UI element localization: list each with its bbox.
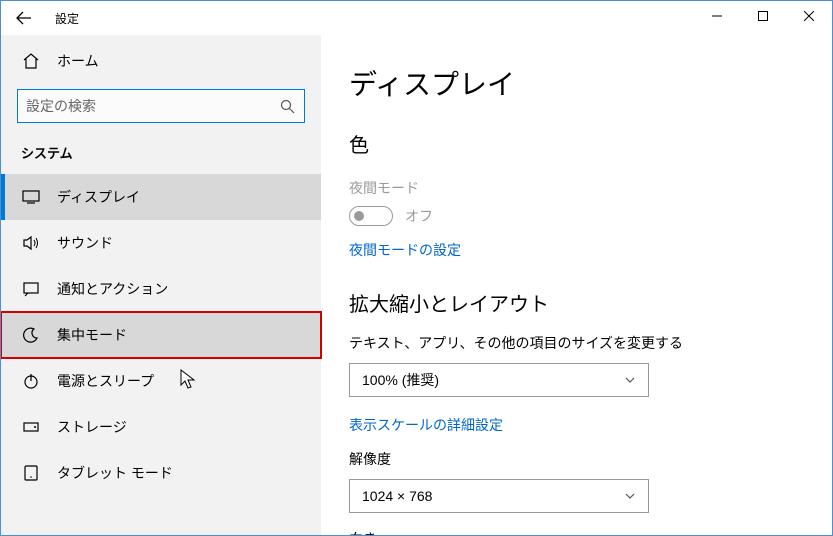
close-button[interactable] [786,1,832,31]
sidebar-item-label: 集中モード [57,325,127,345]
sidebar-item-label: サウンド [57,233,113,253]
sidebar-item-label: ストレージ [57,417,127,437]
sidebar-nav-list: ディスプレイ サウンド 通知とアクション [1,174,321,496]
sidebar-item-tablet-mode[interactable]: タブレット モード [1,450,321,496]
orientation-label: 向き [349,529,804,535]
tablet-icon [21,463,41,483]
close-icon [804,11,814,21]
search-box[interactable] [17,89,305,123]
main-content: ディスプレイ 色 夜間モード オフ 夜間モードの設定 拡大縮小とレイアウト テキ… [321,35,832,535]
sidebar-item-label: 通知とアクション [57,279,168,299]
moon-icon [21,325,41,345]
display-icon [21,187,41,207]
minimize-button[interactable] [694,1,740,31]
minimize-icon [712,11,722,21]
titlebar: 設定 [1,1,832,35]
chevron-down-icon [624,490,636,502]
maximize-icon [758,11,768,21]
sidebar-item-label: 電源とスリープ [57,371,154,391]
notifications-icon [21,279,41,299]
sidebar-home[interactable]: ホーム [1,39,321,83]
sound-icon [21,233,41,253]
sidebar-home-label: ホーム [57,51,99,71]
page-title: ディスプレイ [349,63,804,103]
storage-icon [21,417,41,437]
sidebar-item-display[interactable]: ディスプレイ [1,174,321,220]
night-mode-settings-link[interactable]: 夜間モードの設定 [349,240,461,260]
resolution-value: 1024 × 768 [362,488,432,504]
sidebar-item-storage[interactable]: ストレージ [1,404,321,450]
sidebar-item-label: ディスプレイ [57,187,140,207]
resolution-dropdown[interactable]: 1024 × 768 [349,479,649,513]
arrow-left-icon [16,10,32,26]
resolution-label: 解像度 [349,449,804,469]
home-icon [21,51,41,71]
search-icon [278,97,296,115]
scale-field-label: テキスト、アプリ、その他の項目のサイズを変更する [349,333,804,353]
color-section-title: 色 [349,129,804,158]
scale-dropdown[interactable]: 100% (推奨) [349,363,649,397]
power-icon [21,371,41,391]
search-input[interactable] [26,98,278,114]
night-mode-state: オフ [405,206,433,226]
scale-value: 100% (推奨) [362,370,439,390]
night-mode-label: 夜間モード [349,178,804,198]
sidebar-item-sound[interactable]: サウンド [1,220,321,266]
window-controls [694,1,832,31]
sidebar-item-power-sleep[interactable]: 電源とスリープ [1,358,321,404]
sidebar-item-notifications[interactable]: 通知とアクション [1,266,321,312]
back-button[interactable] [1,1,47,35]
sidebar-item-label: タブレット モード [57,463,173,483]
maximize-button[interactable] [740,1,786,31]
sidebar: ホーム システム ディスプレイ [1,35,321,535]
night-mode-toggle[interactable] [349,206,393,226]
sidebar-item-focus-assist[interactable]: 集中モード [1,312,321,358]
window-title: 設定 [55,10,79,27]
sidebar-group-header: システム [1,133,321,174]
scale-advanced-link[interactable]: 表示スケールの詳細設定 [349,415,503,435]
chevron-down-icon [624,374,636,386]
toggle-knob [354,211,364,221]
scale-section-title: 拡大縮小とレイアウト [349,288,804,317]
